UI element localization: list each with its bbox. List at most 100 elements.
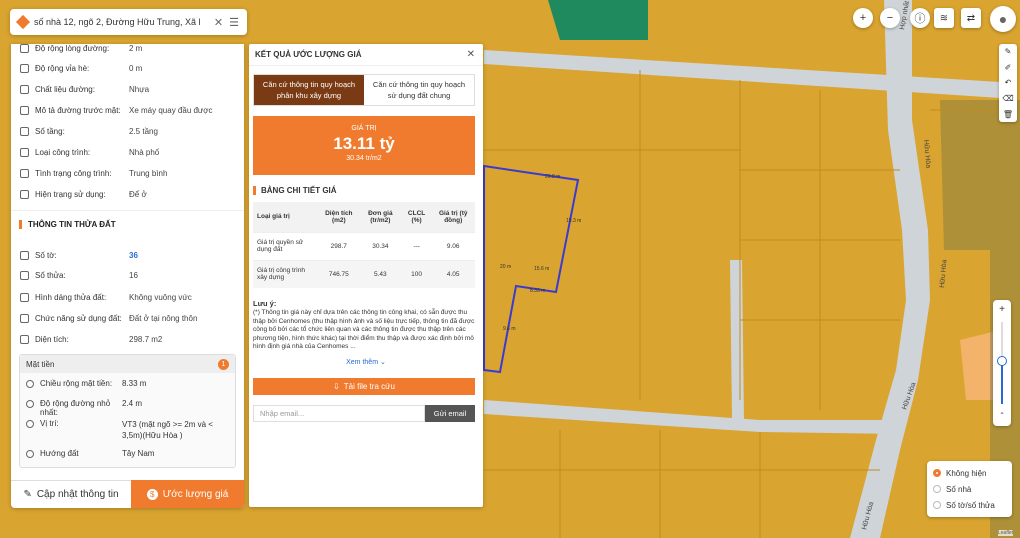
radio-icon (933, 501, 941, 509)
table-header: Loại giá trị (253, 202, 319, 232)
table-row: Giá trị quyền sử dụng đất 298.7 30.34 --… (253, 231, 475, 260)
shape-icon (20, 292, 29, 302)
plus-icon[interactable]: + (993, 304, 1011, 315)
price-value: 13.11 tỷ (333, 134, 395, 153)
condition-icon (20, 168, 29, 178)
legend-option[interactable]: Số tờ/số thửa (933, 497, 1006, 513)
frontage-row: Chiều rộng mặt tiền: 8.33 m (20, 379, 235, 388)
note-title: Lưu ý: (253, 299, 277, 308)
download-button[interactable]: ⇩ Tải file tra cứu (253, 378, 475, 395)
tab-land-use-plan[interactable]: Căn cứ thông tin quy hoạch sử dụng đất c… (364, 75, 474, 105)
result-title: KẾT QUẢ ƯỚC LƯỢNG GIÁ (255, 50, 362, 59)
slider-handle[interactable] (997, 356, 1007, 366)
table-header: CLCL (%) (401, 202, 432, 232)
search-bar[interactable]: số nhà 12, ngõ 2, Đường Hữu Trung, Xã l … (10, 9, 247, 35)
zoom-slider[interactable]: + - (993, 300, 1011, 426)
info-row: Mô tả đường trước mặt: Xe máy quay đầu đư… (11, 100, 244, 120)
email-input[interactable]: Nhập email... (253, 405, 425, 422)
see-more-link[interactable]: Xem thêm ⌄ (249, 358, 483, 366)
info-row: Độ rộng lòng đường: 2 m (11, 44, 244, 58)
frontage-count-badge: 1 (218, 358, 229, 370)
frontage-row: Hướng đất Tây Nam (20, 449, 235, 458)
download-icon: ⇩ (333, 382, 340, 391)
floors-icon (20, 126, 29, 136)
basis-tabs: Căn cứ thông tin quy hoạch phân khu xây … (253, 74, 475, 106)
table-title: BẢNG CHI TIẾT GIÁ (253, 186, 337, 195)
update-info-button[interactable]: ✎ Cập nhật thông tin (11, 480, 131, 508)
map-attribution[interactable]: Leaflet (998, 530, 1014, 536)
chevron-down-icon: ⌄ (379, 359, 386, 366)
sheet-icon (20, 250, 29, 260)
swap-button[interactable]: ⇄ (961, 8, 981, 28)
info-row: Độ rộng vỉa hè: 0 m (11, 58, 244, 78)
area-icon (20, 334, 29, 344)
zoom-in-button[interactable]: + (853, 8, 873, 28)
table-header: Diện tích (m2) (318, 202, 359, 232)
layers-button[interactable]: ≋ (934, 8, 954, 28)
edge-label: 20 m (500, 264, 511, 270)
material-icon (20, 84, 29, 94)
table-header: Đơn giá (tr/m2) (358, 202, 402, 232)
close-icon[interactable]: ✕ (467, 49, 475, 60)
table-header: Giá trị (tỷ đồng) (431, 202, 475, 232)
info-row: Chức năng sử dụng đất: Đất ở tại nông thô… (11, 308, 244, 328)
pencil-icon[interactable]: ✎ (1005, 47, 1012, 56)
sheet-number-link[interactable]: 36 (129, 251, 138, 260)
edge-label: 15.6 m (534, 266, 549, 272)
info-row: Diện tích: 298.7 m2 (11, 329, 244, 349)
compass-icon (26, 450, 34, 458)
minus-icon[interactable]: - (993, 408, 1011, 419)
building-type-icon (20, 147, 29, 157)
green-zone (548, 0, 648, 40)
close-icon[interactable]: ✕ (214, 16, 223, 29)
plus-icon: + (859, 12, 867, 24)
layers-icon: ≋ (939, 12, 949, 24)
road (730, 260, 744, 420)
unit-price: 30.34 tr/m2 (346, 155, 382, 162)
min-width-icon (26, 400, 34, 408)
info-row: Hiện trạng sử dụng: Để ở (11, 184, 244, 204)
info-row: Số thửa: 16 (11, 265, 244, 285)
land-function-icon (20, 313, 29, 323)
width-icon (26, 380, 34, 388)
zoom-out-button[interactable]: − (880, 8, 900, 28)
frontage-row: Vị trí: VT3 (mặt ngõ >= 2m và < 3,5m)(Hữu… (20, 419, 235, 441)
trash-icon[interactable]: 🗑 (1003, 110, 1013, 119)
radio-icon (933, 469, 941, 477)
search-input[interactable]: số nhà 12, ngõ 2, Đường Hữu Trung, Xã l (34, 17, 208, 27)
info-row: Số tờ: 36 (11, 245, 244, 265)
info-icon: ⓘ (914, 13, 926, 25)
eraser-icon[interactable]: ⌫ (1002, 94, 1013, 103)
frontage-row: Độ rộng đường nhỏ nhất: 2.4 m (20, 399, 235, 417)
undo-icon[interactable]: ↶ (1005, 78, 1012, 87)
info-row: Hình dáng thửa đất: Không vuông vức (11, 287, 244, 307)
frontage-card: Mặt tiền 1 Chiều rộng mặt tiền: 8.33 m Độ … (19, 354, 236, 468)
sidewalk-icon (20, 63, 29, 73)
frontage-title: Mặt tiền (26, 359, 55, 369)
info-button[interactable]: ⓘ (910, 8, 930, 28)
edge-label: 19.3 m (566, 218, 581, 224)
price-card: GIÁ TRỊ 13.11 tỷ 30.34 tr/m2 (253, 116, 475, 175)
draw-toolbar: ✎ ✐ ↶ ⌫ 🗑 (999, 44, 1017, 122)
filter-icon[interactable]: ☰ (229, 16, 239, 29)
parcel-section-title: THÔNG TIN THỬA ĐẤT (19, 220, 116, 229)
edge-label: 20.8 m (545, 174, 560, 180)
location-icon (26, 420, 34, 428)
edge-label: 8.33 m (530, 288, 545, 294)
road-width-icon (20, 44, 29, 53)
slider-fill (1001, 360, 1003, 404)
edge-label: 9.6 m (503, 326, 516, 332)
send-email-button[interactable]: Gửi email (425, 405, 475, 422)
edit-shape-icon[interactable]: ✐ (1005, 63, 1012, 72)
tab-zoning-plan[interactable]: Căn cứ thông tin quy hoạch phân khu xây … (254, 75, 364, 105)
edit-icon: ✎ (23, 489, 32, 500)
property-info-panel: Độ rộng lòng đường: 2 m Độ rộng vỉa hè: 0 … (11, 44, 244, 508)
legend-option[interactable]: Số nhà (933, 481, 1006, 497)
estimate-price-button[interactable]: $ Ước lượng giá (131, 480, 244, 508)
minus-icon: − (886, 12, 894, 24)
label-mode-legend: Không hiện Số nhà Số tờ/số thửa (927, 461, 1012, 517)
usage-icon (20, 189, 29, 199)
price-estimate-panel: KẾT QUẢ ƯỚC LƯỢNG GIÁ ✕ Căn cứ thông tin … (249, 44, 483, 507)
legend-option[interactable]: Không hiện (933, 465, 1006, 481)
avatar[interactable]: ● (990, 6, 1016, 32)
